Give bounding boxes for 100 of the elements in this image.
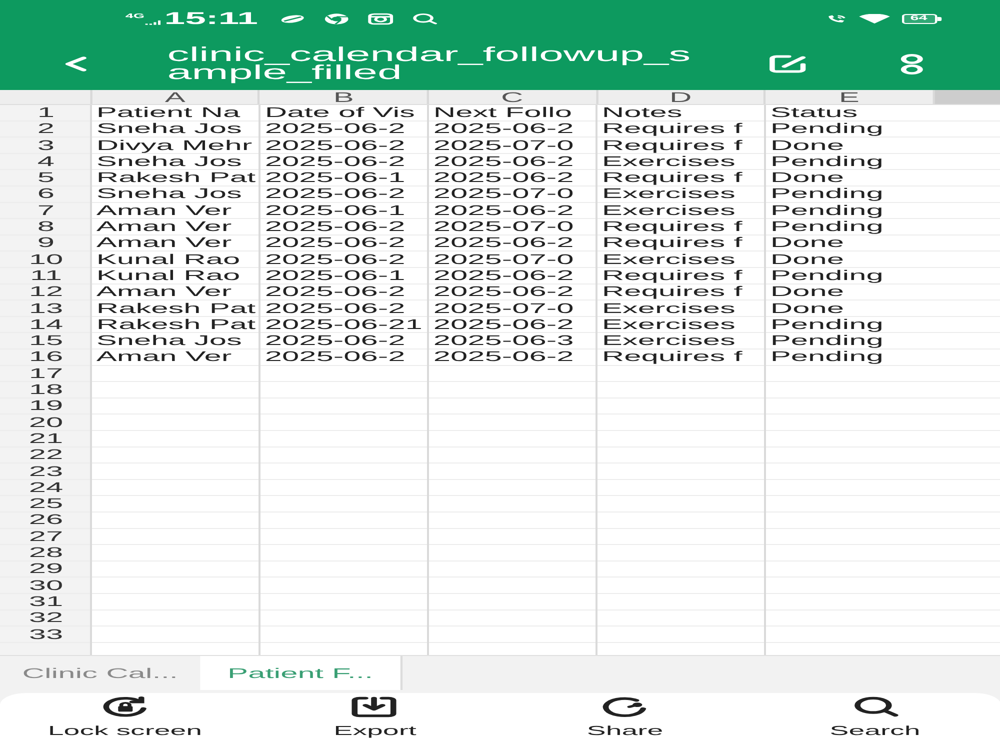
row-number[interactable]: 23 [0, 464, 92, 480]
row-number[interactable]: 7 [0, 202, 92, 220]
row-number[interactable]: 28 [0, 545, 92, 562]
table-cell[interactable]: Kunal Rao [92, 268, 260, 284]
column-header[interactable]: E [766, 90, 934, 104]
table-cell[interactable]: 2025-06-2 [260, 333, 429, 350]
table-cell[interactable]: 2025-06-2 [260, 300, 429, 317]
table-cell[interactable]: 2025-06-2 [428, 154, 598, 170]
table-cell[interactable]: 2025-06-2 [260, 186, 429, 203]
table-cell[interactable]: Requires f [597, 121, 766, 138]
row-number[interactable]: 19 [0, 398, 92, 415]
table-cell[interactable]: Pending [766, 316, 934, 334]
table-cell[interactable]: 2025-06-2 [260, 121, 429, 138]
row-number[interactable]: 22 [0, 447, 92, 464]
table-cell[interactable]: Pending [766, 219, 934, 236]
table-cell[interactable]: Rakesh Pat [92, 300, 260, 317]
row-number[interactable]: 12 [0, 284, 92, 301]
row-number[interactable]: 11 [0, 268, 92, 284]
table-cell[interactable]: Kunal Rao [92, 252, 260, 268]
row-number[interactable]: 20 [0, 414, 92, 431]
row-number[interactable]: 6 [0, 186, 92, 203]
table-cell[interactable]: Pending [766, 333, 934, 350]
table-cell[interactable]: 2025-06-3 [428, 333, 598, 350]
table-cell[interactable]: Sneha Jos [92, 154, 260, 170]
table-cell[interactable]: 2025-06-1 [260, 268, 429, 284]
table-cell[interactable]: 2025-07-0 [428, 219, 598, 236]
table-cell[interactable]: Rakesh Pat [92, 316, 260, 334]
row-number[interactable]: 21 [0, 430, 92, 448]
row-number[interactable]: 25 [0, 496, 92, 512]
table-cell[interactable]: Requires f [597, 284, 766, 301]
table-cell[interactable]: 2025-06-2 [428, 170, 598, 186]
row-number[interactable]: 31 [0, 594, 92, 610]
row-number[interactable]: 15 [0, 333, 92, 350]
table-cell[interactable]: Done [766, 235, 934, 252]
table-cell[interactable]: 2025-06-2 [260, 284, 429, 301]
table-cell[interactable]: Exercises [597, 333, 766, 350]
row-number[interactable]: 26 [0, 512, 92, 529]
table-cell[interactable]: 2025-07-0 [428, 300, 598, 317]
table-cell[interactable]: 2025-06-1 [260, 202, 429, 220]
table-cell[interactable]: Date of Vis [260, 105, 429, 122]
row-number[interactable]: 33 [0, 626, 92, 643]
table-cell[interactable]: Requires f [597, 219, 766, 236]
row-number[interactable]: 17 [0, 366, 92, 382]
table-cell[interactable]: Pending [766, 186, 934, 203]
table-cell[interactable]: 2025-06-1 [260, 170, 429, 186]
column-header[interactable]: B [260, 90, 429, 104]
search-button[interactable]: Search [750, 693, 1000, 750]
table-cell[interactable]: Aman Ver [92, 349, 260, 366]
table-cell[interactable]: 2025-07-0 [428, 138, 598, 154]
table-cell[interactable]: Aman Ver [92, 219, 260, 236]
table-cell[interactable]: 2025-07-0 [428, 252, 598, 268]
column-header[interactable]: C [428, 90, 598, 104]
lock-screen-button[interactable]: Lock screen [0, 693, 250, 750]
row-number[interactable]: 1 [0, 105, 92, 122]
table-cell[interactable]: Done [766, 252, 934, 268]
table-cell[interactable]: Rakesh Pat [92, 170, 260, 186]
table-cell[interactable]: Pending [766, 349, 934, 366]
table-cell[interactable]: 2025-06-2 [428, 268, 598, 284]
table-cell[interactable]: 2025-06-2 [428, 316, 598, 334]
share-button[interactable]: Share [500, 693, 750, 750]
row-number[interactable]: 27 [0, 528, 92, 546]
row-number[interactable]: 29 [0, 561, 92, 578]
table-cell[interactable]: Divya Mehr [92, 138, 260, 154]
table-cell[interactable]: Notes [597, 105, 766, 122]
table-cell[interactable]: Patient Na [92, 105, 260, 122]
table-cell[interactable]: Exercises [597, 154, 766, 170]
table-cell[interactable]: Exercises [597, 252, 766, 268]
table-cell[interactable]: Exercises [597, 300, 766, 317]
table-cell[interactable]: Pending [766, 121, 934, 138]
table-cell[interactable]: Requires f [597, 268, 766, 284]
table-cell[interactable]: Exercises [597, 186, 766, 203]
table-cell[interactable]: 2025-06-2 [260, 219, 429, 236]
row-number[interactable]: 8 [0, 219, 92, 236]
table-cell[interactable]: Aman Ver [92, 202, 260, 220]
row-number[interactable]: 32 [0, 610, 92, 626]
table-cell[interactable]: Pending [766, 202, 934, 220]
row-number[interactable]: 9 [0, 235, 92, 252]
table-cell[interactable]: 2025-06-2 [428, 121, 598, 138]
row-number[interactable]: 10 [0, 252, 92, 268]
table-cell[interactable]: Done [766, 138, 934, 154]
table-cell[interactable]: 2025-06-2 [260, 154, 429, 170]
table-cell[interactable]: 2025-06-2 [428, 235, 598, 252]
table-cell[interactable]: 2025-06-21 [260, 316, 429, 334]
column-header[interactable]: A [92, 90, 260, 104]
table-cell[interactable]: Aman Ver [92, 284, 260, 301]
table-cell[interactable]: Done [766, 284, 934, 301]
table-cell[interactable]: Status [766, 105, 934, 122]
table-cell[interactable]: Pending [766, 154, 934, 170]
table-cell[interactable]: 2025-06-2 [260, 349, 429, 366]
more-icon[interactable] [898, 53, 923, 75]
row-number[interactable]: 3 [0, 138, 92, 154]
table-cell[interactable]: 2025-06-2 [428, 202, 598, 220]
table-cell[interactable]: Sneha Jos [92, 333, 260, 350]
table-cell[interactable]: Sneha Jos [92, 186, 260, 203]
row-number[interactable]: 16 [0, 349, 92, 366]
table-cell[interactable]: Done [766, 170, 934, 186]
table-cell[interactable]: Requires f [597, 349, 766, 366]
row-number[interactable]: 30 [0, 578, 92, 594]
row-number[interactable]: 18 [0, 382, 92, 398]
table-cell[interactable]: Exercises [597, 202, 766, 220]
